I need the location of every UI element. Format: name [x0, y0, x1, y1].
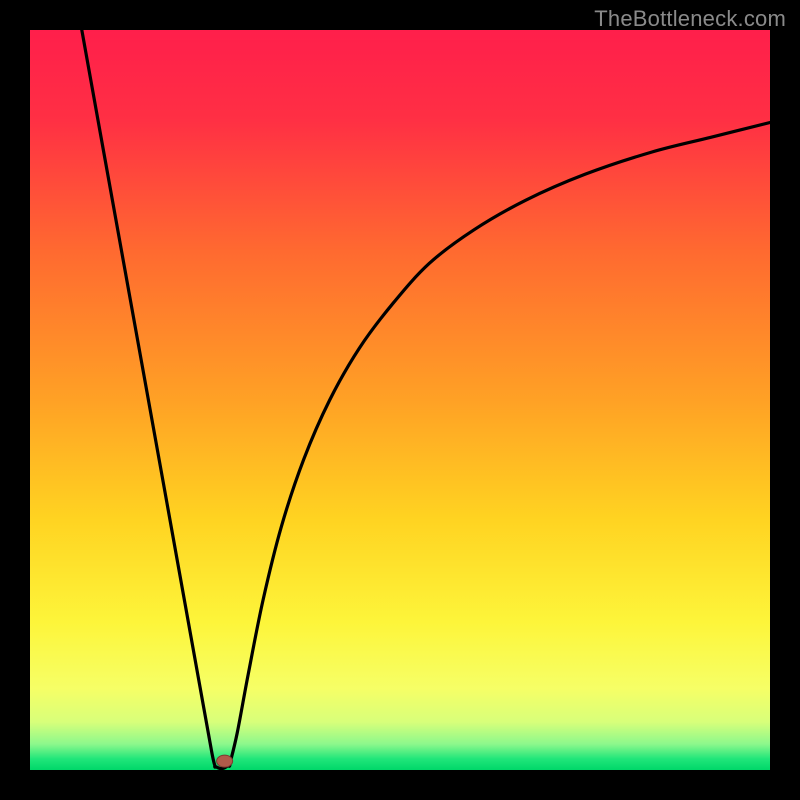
watermark-text: TheBottleneck.com: [594, 6, 786, 32]
optimum-marker: [217, 755, 233, 767]
bottleneck-chart: [30, 30, 770, 770]
chart-background: [30, 30, 770, 770]
chart-frame: [30, 30, 770, 770]
